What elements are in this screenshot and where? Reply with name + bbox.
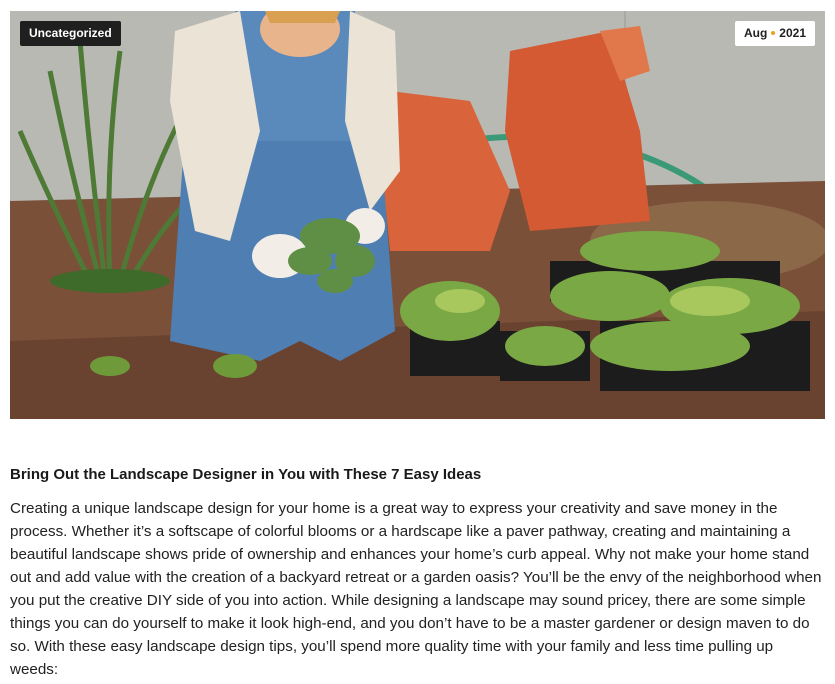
date-separator-dot (771, 30, 776, 35)
post-title[interactable]: Bring Out the Landscape Designer in You … (10, 465, 825, 485)
post-excerpt: Creating a unique landscape design for y… (10, 500, 822, 678)
blog-post-card: Uncategorized Aug 2021 Bring Out the Land… (0, 0, 835, 684)
gardening-photo (10, 11, 825, 419)
date-year: 2021 (779, 26, 806, 40)
category-badge[interactable]: Uncategorized (20, 21, 121, 46)
date-badge: Aug 2021 (734, 21, 815, 46)
featured-image[interactable]: Uncategorized Aug 2021 (10, 11, 825, 419)
date-month: Aug (743, 26, 768, 40)
